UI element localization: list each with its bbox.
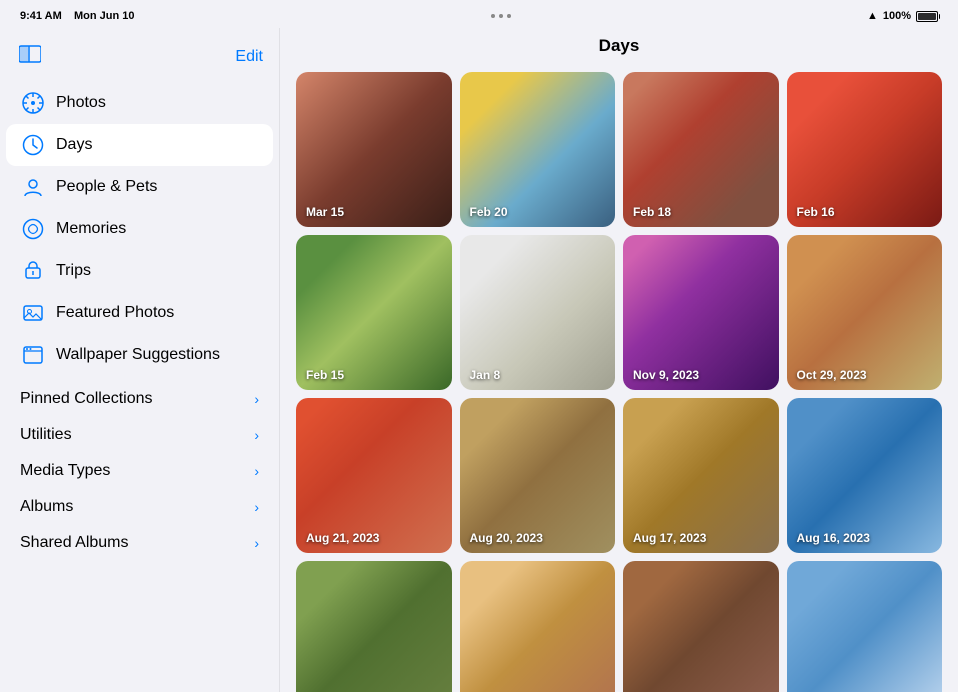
photo-tile-2[interactable]: Feb 20 — [460, 72, 616, 227]
sidebar-item-days[interactable]: Days — [6, 124, 273, 166]
sidebar-icon-people-pets — [20, 174, 46, 200]
sidebar-label-memories: Memories — [56, 220, 259, 238]
photo-date-10: Aug 20, 2023 — [470, 531, 543, 545]
status-date: Mon Jun 10 — [74, 10, 135, 22]
photo-date-6: Jan 8 — [470, 368, 501, 382]
sidebar-label-featured-photos: Featured Photos — [56, 304, 259, 322]
sidebar-item-trips[interactable]: Trips — [6, 250, 273, 292]
edit-button[interactable]: Edit — [235, 40, 263, 74]
photo-date-4: Feb 16 — [797, 205, 835, 219]
photo-date-11: Aug 17, 2023 — [633, 531, 706, 545]
sidebar-chevron-albums: › — [254, 499, 259, 515]
photo-date-5: Feb 15 — [306, 368, 344, 382]
photo-tile-6[interactable]: Jan 8 — [460, 235, 616, 390]
photo-tile-15[interactable] — [623, 561, 779, 692]
photo-tile-9[interactable]: Aug 21, 2023 — [296, 398, 452, 553]
photo-date-7: Nov 9, 2023 — [633, 368, 699, 382]
sidebar-item-memories[interactable]: Memories — [6, 208, 273, 250]
photo-grid: Mar 15 Feb 20 Feb 18 Feb 16 Feb 15 Jan 8 Nov 9… — [280, 66, 958, 692]
sidebar-item-photos[interactable]: Photos — [6, 82, 273, 124]
photo-date-8: Oct 29, 2023 — [797, 368, 867, 382]
sidebar-section-label-pinned-collections: Pinned Collections — [20, 390, 153, 408]
photo-date-2: Feb 20 — [470, 205, 508, 219]
sidebar-section-label-shared-albums: Shared Albums — [20, 534, 129, 552]
photo-tile-7[interactable]: Nov 9, 2023 — [623, 235, 779, 390]
sidebar-sections: Pinned Collections › Utilities › Media T… — [0, 380, 279, 556]
photo-date-3: Feb 18 — [633, 205, 671, 219]
sidebar-icon-wallpaper — [20, 342, 46, 368]
sidebar-label-trips: Trips — [56, 262, 259, 280]
sidebar-icon-memories — [20, 216, 46, 242]
photo-tile-12[interactable]: Aug 16, 2023 — [787, 398, 943, 553]
sidebar-label-wallpaper: Wallpaper Suggestions — [56, 346, 259, 364]
battery-percent: 100% — [883, 10, 911, 22]
photo-date-1: Mar 15 — [306, 205, 344, 219]
dot-3 — [507, 14, 511, 18]
sidebar-section-utilities[interactable]: Utilities › — [0, 416, 279, 448]
photo-tile-10[interactable]: Aug 20, 2023 — [460, 398, 616, 553]
status-bar: 9:41 AM Mon Jun 10 ▲ 100% — [0, 0, 958, 28]
photo-tile-1[interactable]: Mar 15 — [296, 72, 452, 227]
status-time-date: 9:41 AM Mon Jun 10 — [20, 10, 135, 22]
sidebar-icon-trips — [20, 258, 46, 284]
status-right: ▲ 100% — [867, 10, 938, 22]
dot-2 — [499, 14, 503, 18]
sidebar-label-photos: Photos — [56, 94, 259, 112]
sidebar-chevron-utilities: › — [254, 427, 259, 443]
photo-tile-5[interactable]: Feb 15 — [296, 235, 452, 390]
photo-tile-13[interactable] — [296, 561, 452, 692]
photo-date-12: Aug 16, 2023 — [797, 531, 870, 545]
sidebar-section-label-albums: Albums — [20, 498, 73, 516]
dot-1 — [491, 14, 495, 18]
battery-icon — [916, 11, 938, 22]
sidebar-label-people-pets: People & Pets — [56, 178, 259, 196]
sidebar-section-label-media-types: Media Types — [20, 462, 110, 480]
sidebar-nav: Photos Days People & Pets Memories Trips… — [0, 82, 279, 376]
sidebar-toggle-button[interactable] — [16, 40, 44, 68]
photo-tile-3[interactable]: Feb 18 — [623, 72, 779, 227]
photo-tile-16[interactable] — [787, 561, 943, 692]
sidebar-section-albums[interactable]: Albums › — [0, 488, 279, 520]
sidebar-icon-photos — [20, 90, 46, 116]
sidebar-section-media-types[interactable]: Media Types › — [0, 452, 279, 484]
sidebar-section-shared-albums[interactable]: Shared Albums › — [0, 524, 279, 556]
sidebar-item-wallpaper[interactable]: Wallpaper Suggestions — [6, 334, 273, 376]
sidebar-icon-featured-photos — [20, 300, 46, 326]
photo-date-9: Aug 21, 2023 — [306, 531, 379, 545]
sidebar-item-featured-photos[interactable]: Featured Photos — [6, 292, 273, 334]
photo-tile-8[interactable]: Oct 29, 2023 — [787, 235, 943, 390]
photo-tile-4[interactable]: Feb 16 — [787, 72, 943, 227]
sidebar-label-days: Days — [56, 136, 259, 154]
sidebar-chevron-shared-albums: › — [254, 535, 259, 551]
sidebar-chevron-media-types: › — [254, 463, 259, 479]
photo-tile-14[interactable] — [460, 561, 616, 692]
sidebar-icon-days — [20, 132, 46, 158]
sidebar-header: Edit — [0, 36, 279, 82]
wifi-icon: ▲ — [867, 10, 878, 22]
status-center-dots — [491, 14, 511, 18]
page-title: Days — [280, 28, 958, 66]
sidebar-chevron-pinned-collections: › — [254, 391, 259, 407]
status-time: 9:41 AM — [20, 10, 62, 22]
sidebar: Edit Photos Days People & Pets Memories … — [0, 28, 280, 692]
sidebar-item-people-pets[interactable]: People & Pets — [6, 166, 273, 208]
battery-fill — [918, 13, 936, 20]
app-container: Edit Photos Days People & Pets Memories … — [0, 28, 958, 692]
photo-tile-11[interactable]: Aug 17, 2023 — [623, 398, 779, 553]
sidebar-section-pinned-collections[interactable]: Pinned Collections › — [0, 380, 279, 412]
sidebar-section-label-utilities: Utilities — [20, 426, 72, 444]
main-content: Days Mar 15 Feb 20 Feb 18 Feb 16 Feb 15 Jan 8… — [280, 28, 958, 692]
